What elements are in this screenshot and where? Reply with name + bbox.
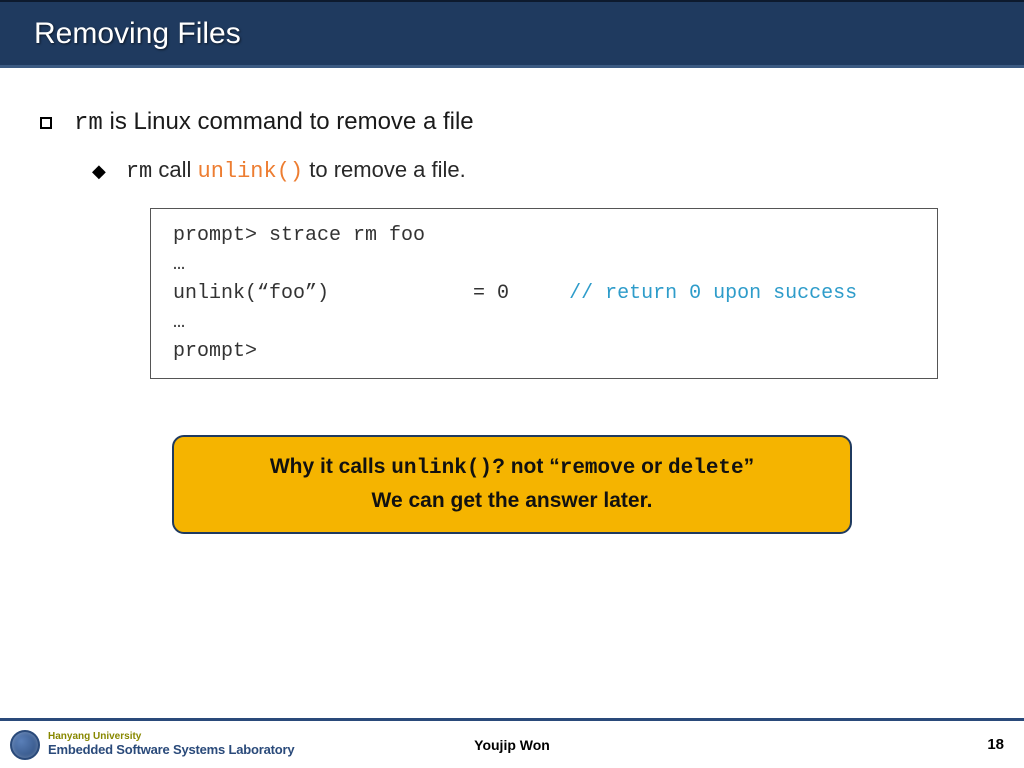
sub1-func: unlink() — [198, 159, 304, 184]
sub1-tail: to remove a file. — [303, 157, 466, 182]
code-l2: … — [173, 250, 915, 279]
sub1-text: rm call unlink() to remove a file. — [126, 157, 466, 184]
sub1-cmd: rm — [126, 159, 152, 184]
code-l3a: unlink(“foo”) = 0 — [173, 282, 569, 305]
code-l1: prompt> strace rm foo — [173, 221, 915, 250]
callout-post1: ” — [744, 455, 755, 478]
code-l4: … — [173, 308, 915, 337]
callout-kw2: delete — [668, 457, 744, 480]
page-number: 18 — [987, 736, 1004, 753]
callout-line2: We can get the answer later. — [198, 485, 826, 517]
callout-box: Why it calls unlink()? not “remove or de… — [172, 435, 852, 534]
callout-pre: Why it calls — [270, 455, 391, 478]
code-l3-comment: // return 0 upon success — [569, 282, 857, 305]
slide-title: Removing Files — [34, 17, 241, 51]
diamond-bullet-icon: ◆ — [92, 161, 106, 182]
slide-footer: Hanyang University Embedded Software Sys… — [0, 718, 1024, 768]
logo-icon — [10, 730, 40, 760]
sub1-mid: call — [152, 157, 197, 182]
callout-line1: Why it calls unlink()? not “remove or de… — [198, 451, 826, 485]
code-rm: rm — [74, 110, 103, 137]
callout-mid2: or — [635, 455, 668, 478]
bullet1-rest: is Linux command to remove a file — [103, 108, 474, 135]
square-bullet-icon — [40, 117, 52, 129]
bullet-level2: ◆ rm call unlink() to remove a file. — [92, 157, 984, 184]
author-name: Youjip Won — [474, 737, 550, 753]
lab-name: Embedded Software Systems Laboratory — [48, 743, 294, 757]
callout-func: unlink() — [391, 457, 492, 480]
callout-kw1: remove — [560, 457, 636, 480]
slide-header: Removing Files — [0, 0, 1024, 68]
callout-mid1: ? not “ — [492, 455, 560, 478]
code-l3: unlink(“foo”) = 0 // return 0 upon succe… — [173, 279, 915, 308]
code-l5: prompt> — [173, 337, 915, 366]
bullet1-text: rm is Linux command to remove a file — [74, 108, 474, 137]
footer-logo: Hanyang University Embedded Software Sys… — [10, 730, 294, 760]
code-block: prompt> strace rm foo … unlink(“foo”) = … — [150, 208, 938, 379]
logo-text: Hanyang University Embedded Software Sys… — [48, 732, 294, 756]
slide-content: rm is Linux command to remove a file ◆ r… — [0, 68, 1024, 534]
bullet-level1: rm is Linux command to remove a file — [40, 108, 984, 137]
